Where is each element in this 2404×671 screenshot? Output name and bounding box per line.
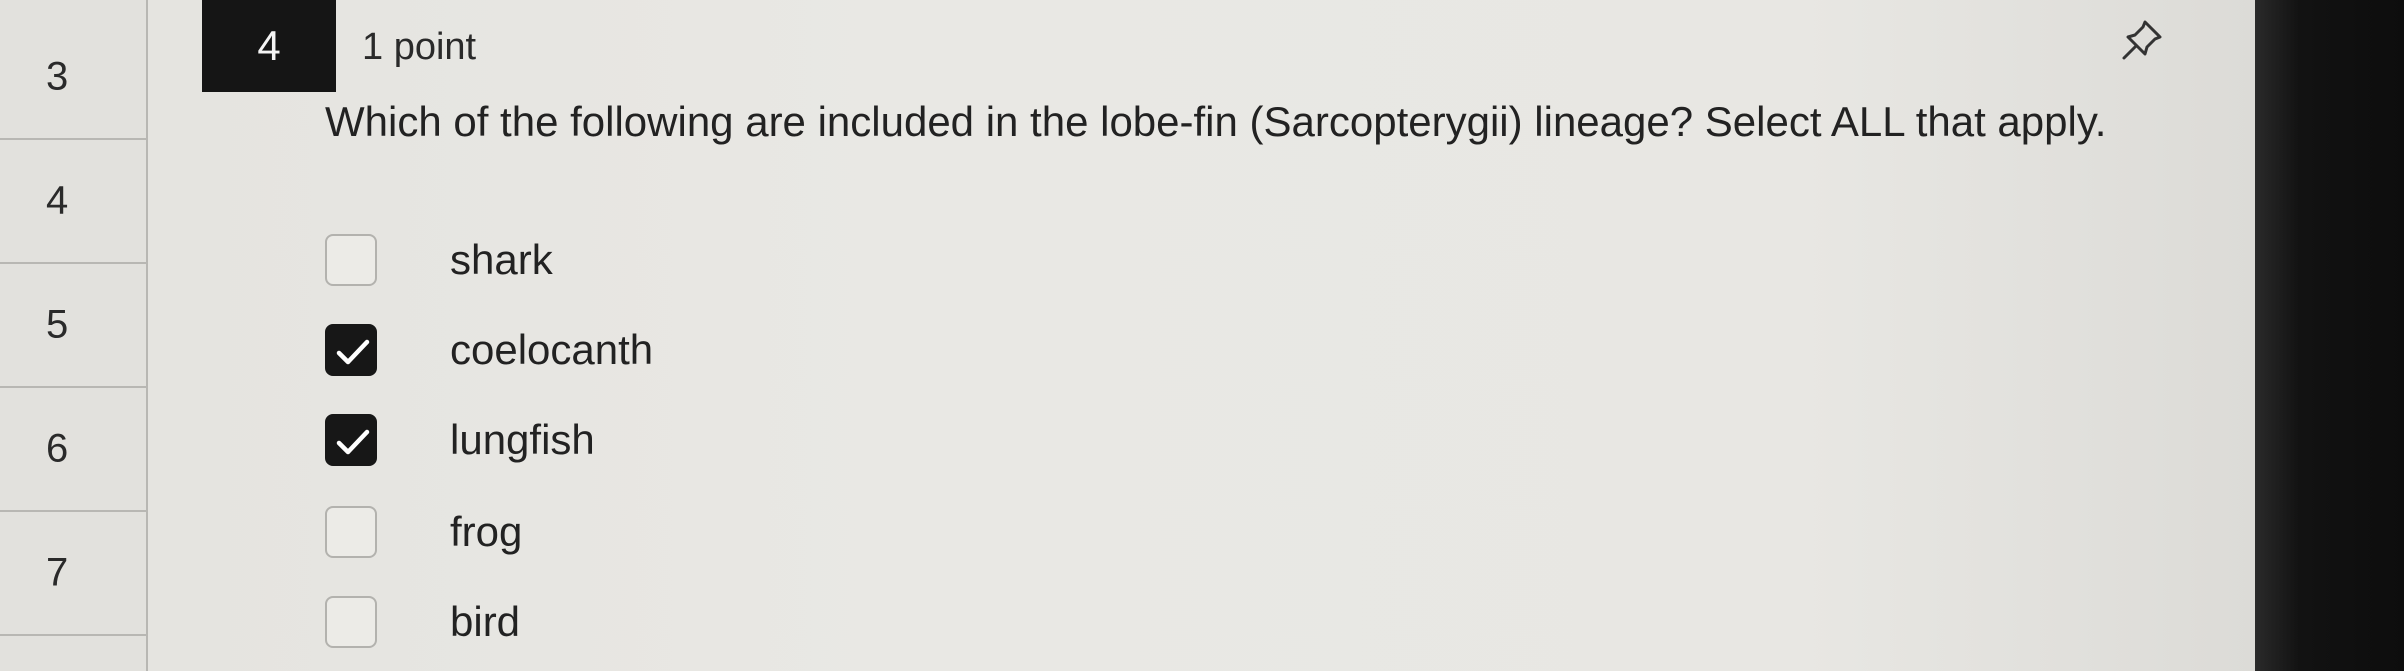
checkbox-unchecked[interactable] [325, 596, 377, 648]
pin-icon[interactable] [2118, 16, 2166, 64]
option-bird[interactable]: bird [325, 592, 1025, 652]
option-frog[interactable]: frog [325, 502, 1025, 562]
option-label: frog [450, 508, 523, 555]
option-label: coelocanth [450, 326, 654, 373]
nav-item-number: 4 [46, 178, 69, 223]
nav-item-question-6[interactable]: 6 [0, 388, 146, 512]
question-number-badge: 4 [202, 0, 336, 92]
nav-item-question-3[interactable]: 3 [0, 16, 146, 140]
nav-item-number: 5 [46, 302, 69, 347]
option-label: lungfish [450, 416, 595, 463]
checkbox-unchecked[interactable] [325, 234, 377, 286]
checkbox-checked[interactable] [325, 324, 377, 376]
option-lungfish[interactable]: lungfish [325, 410, 1025, 470]
question-navigator: 3 4 5 6 7 [0, 0, 148, 671]
question-text: Which of the following are included in t… [325, 98, 2107, 145]
nav-item-number: 6 [46, 426, 69, 471]
nav-item-number: 3 [46, 54, 69, 99]
checkbox-checked[interactable] [325, 414, 377, 466]
checkbox-unchecked[interactable] [325, 506, 377, 558]
nav-item-question-7[interactable]: 7 [0, 512, 146, 636]
screen-bezel [2255, 0, 2404, 671]
option-label: shark [450, 236, 553, 283]
question-points: 1 point [362, 26, 477, 68]
nav-item-question-5[interactable]: 5 [0, 264, 146, 388]
quiz-screen: 3 4 5 6 7 4 1 point Which of the followi… [0, 0, 2255, 671]
nav-item-question-4[interactable]: 4 [0, 140, 146, 264]
checkmark-icon [336, 339, 370, 365]
checkmark-icon [336, 429, 370, 455]
nav-item-number: 7 [46, 550, 69, 595]
option-coelocanth[interactable]: coelocanth [325, 320, 1025, 380]
option-shark[interactable]: shark [325, 230, 1025, 290]
option-label: bird [450, 598, 521, 645]
